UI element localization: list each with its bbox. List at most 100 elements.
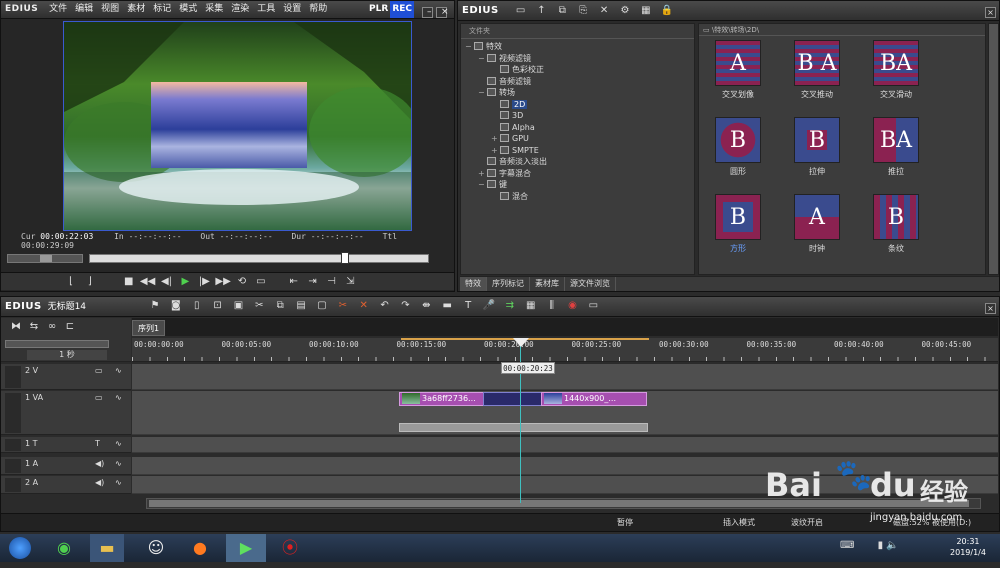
up-folder-icon[interactable]: ↑ [534, 4, 548, 18]
track-lock-icon[interactable] [5, 393, 21, 433]
fast-forward-icon[interactable]: ▶▶ [215, 275, 231, 289]
tree-item[interactable]: + SMPTE [465, 145, 694, 157]
camera-icon[interactable]: ◙ [169, 299, 183, 313]
effect-tile[interactable]: B 拉伸 [793, 117, 841, 177]
properties-icon[interactable]: ⚙ [618, 4, 632, 18]
shuttle-knob[interactable] [40, 255, 52, 262]
effect-tile[interactable]: B 方形 [714, 194, 762, 254]
time-ruler[interactable]: 00:00:00:00 00:00:05:00 00:00:10:00 00:00:1… [132, 338, 998, 362]
undo-icon[interactable]: ↶ [378, 299, 392, 313]
output-icon[interactable]: ▭ [253, 275, 269, 289]
tree-item[interactable]: 2D [465, 99, 694, 111]
mark-out-icon[interactable]: ⌋ [82, 275, 98, 289]
taskbar-360-icon[interactable]: ◉ [46, 534, 82, 562]
tree-item[interactable]: 音频淡入淡出 [465, 156, 694, 168]
menu-help[interactable]: 帮助 [305, 1, 331, 18]
position-knob[interactable] [340, 252, 349, 264]
tree-item[interactable]: − 转场 [465, 87, 694, 99]
trim-mode-icon[interactable]: ⇼ [419, 299, 433, 313]
menu-file[interactable]: 文件 [45, 1, 71, 18]
track-header[interactable]: 1 VA ▭ ∿ [1, 391, 131, 435]
waveform-toggle-icon[interactable]: ∿ [115, 459, 122, 468]
paste-icon[interactable]: ⎘ [576, 4, 590, 18]
effect-tile[interactable]: B 条纹 [872, 194, 920, 254]
link-icon[interactable]: ∞ [45, 320, 59, 334]
copy-clip-icon[interactable]: ⧉ [273, 299, 287, 313]
tree-expander-icon[interactable]: + [478, 168, 487, 180]
view-mode-icon[interactable]: ▦ [639, 4, 653, 18]
track-header[interactable]: 1 T T ∿ [1, 437, 131, 453]
track-lock-icon[interactable] [5, 478, 21, 492]
tab-sequence1[interactable]: 序列1 [132, 320, 166, 336]
effect-tile[interactable]: B A 交叉推动 [793, 40, 841, 100]
menu-marker[interactable]: 标记 [149, 1, 175, 18]
delete-icon[interactable]: ✕ [597, 4, 611, 18]
tree-expander-icon[interactable]: + [491, 145, 500, 157]
taskbar-edius-icon[interactable]: ▶ [226, 534, 266, 562]
layout-icon[interactable]: ▭ [586, 299, 600, 313]
tree-item[interactable]: − 特效 [465, 41, 694, 53]
speaker-icon[interactable]: ◀) [95, 459, 104, 468]
tree-item[interactable]: + 字幕混合 [465, 168, 694, 180]
step-back-icon[interactable]: ◀| [159, 275, 175, 289]
redo-icon[interactable]: ↷ [399, 299, 413, 313]
track-header[interactable]: 2 V ▭ ∿ [1, 364, 131, 390]
tree-expander-icon[interactable]: − [478, 179, 487, 191]
tree-item[interactable]: 混合 [465, 191, 694, 203]
close-icon[interactable]: × [436, 7, 449, 18]
snap-icon[interactable]: ⊏ [63, 320, 77, 334]
track-lane[interactable] [132, 437, 998, 453]
menu-capture[interactable]: 采集 [201, 1, 227, 18]
new-icon[interactable]: ▯ [190, 299, 204, 313]
export-icon[interactable]: ⇲ [342, 275, 358, 289]
paste-clip-icon[interactable]: ▤ [294, 299, 308, 313]
tree-item[interactable]: 3D [465, 110, 694, 122]
network-icon[interactable]: ▮ [878, 540, 884, 551]
audio-clip-bar[interactable] [399, 423, 648, 432]
video-track-icon[interactable]: ▭ [95, 393, 103, 402]
track-lock-icon[interactable] [5, 439, 21, 451]
effect-tile[interactable]: A 时钟 [793, 194, 841, 254]
step-forward-icon[interactable]: |▶ [196, 275, 212, 289]
minimize-icon[interactable]: – [422, 7, 433, 18]
menu-tools[interactable]: 工具 [253, 1, 279, 18]
title-track-icon[interactable]: T [95, 439, 100, 448]
open-icon[interactable]: ⊡ [211, 299, 225, 313]
transition-icon[interactable]: ▬ [440, 299, 454, 313]
save-icon[interactable]: ▣ [232, 299, 246, 313]
render-icon[interactable]: ⇉ [503, 299, 517, 313]
transition-clip[interactable] [483, 392, 543, 406]
taskbar-firefox-icon[interactable]: ● [182, 534, 218, 562]
track-lane[interactable] [132, 364, 998, 390]
taskbar-recorder-icon[interactable]: ⦿ [272, 534, 308, 562]
taskbar-qq-icon[interactable]: ☺ [138, 534, 174, 562]
track-header[interactable]: 1 A ◀) ∿ [1, 457, 131, 475]
tree-item[interactable]: + GPU [465, 133, 694, 145]
vectorscope-icon[interactable]: ◉ [566, 299, 580, 313]
effect-tile[interactable]: BA 推拉 [872, 117, 920, 177]
zoom-slider[interactable] [5, 340, 109, 348]
waveform-toggle-icon[interactable]: ∿ [115, 393, 122, 402]
position-slider[interactable] [89, 252, 429, 264]
start-button[interactable] [0, 534, 40, 562]
menu-render[interactable]: 渲染 [227, 1, 253, 18]
effect-tile[interactable]: B 圆形 [714, 117, 762, 177]
copy-icon[interactable]: ⧉ [555, 4, 569, 18]
menu-clip[interactable]: 素材 [123, 1, 149, 18]
ripple-icon[interactable]: ⇆ [27, 320, 41, 334]
scale-select[interactable]: 1 秒 [27, 350, 107, 360]
sequence-settings-icon[interactable]: ⚑ [148, 299, 162, 313]
multicam-icon[interactable]: ▦ [524, 299, 538, 313]
mic-icon[interactable]: 🎤 [482, 299, 496, 313]
effects-close-icon[interactable]: × [985, 7, 996, 18]
delete-clip-icon[interactable]: ✂ [336, 299, 350, 313]
rec-button[interactable]: REC [390, 1, 414, 18]
plr-button[interactable]: PLR [367, 1, 390, 18]
tab-sequence-markers[interactable]: 序列标记 [487, 277, 530, 291]
keyboard-icon[interactable]: ⌨ [840, 540, 854, 551]
loop-icon[interactable]: ⟲ [234, 275, 250, 289]
menu-edit[interactable]: 编辑 [71, 1, 97, 18]
tab-bin[interactable]: 素材库 [530, 277, 565, 291]
tree-item[interactable]: − 视频滤镜 [465, 53, 694, 65]
waveform-toggle-icon[interactable]: ∿ [115, 439, 122, 448]
